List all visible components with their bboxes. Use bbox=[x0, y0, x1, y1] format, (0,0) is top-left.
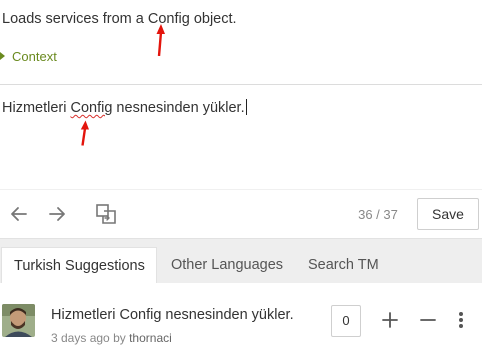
editor-text-after: nesnesinden yükler. bbox=[112, 100, 245, 116]
text-caret bbox=[245, 99, 247, 115]
suggestion-text[interactable]: Hizmetleri Config nesnesinden yükler. bbox=[51, 307, 294, 323]
source-string: Loads services from a Config object. bbox=[2, 11, 237, 27]
translation-editor[interactable]: Hizmetleri Config nesnesinden yükler. bbox=[0, 85, 482, 189]
plus-icon[interactable] bbox=[379, 309, 401, 331]
editor-toolbar: 36 / 37 Save bbox=[0, 189, 482, 238]
translation-textarea[interactable]: Hizmetleri Config nesnesinden yükler. bbox=[2, 99, 247, 116]
source-text-before: Loads services from a bbox=[2, 11, 148, 27]
arrow-left-icon[interactable] bbox=[8, 203, 30, 225]
suggestion-item: Hizmetleri Config nesnesinden yükler. 3 … bbox=[0, 283, 482, 357]
annotation-arrow-icon bbox=[156, 24, 165, 56]
string-counter: 36 / 37 bbox=[358, 207, 398, 222]
suggestion-user[interactable]: thornaci bbox=[129, 331, 172, 345]
source-text-after: object. bbox=[189, 11, 237, 27]
annotation-arrow-icon bbox=[80, 120, 89, 146]
misspelled-word: Config bbox=[70, 100, 113, 116]
editor-text-before: Hizmetleri bbox=[2, 100, 71, 116]
context-label: Context bbox=[12, 48, 57, 64]
caret-right-icon bbox=[0, 52, 5, 60]
tab-search-tm[interactable]: Search TM bbox=[296, 247, 391, 284]
tab-other-languages[interactable]: Other Languages bbox=[159, 247, 295, 284]
suggestion-meta: 3 days ago by thornaci bbox=[51, 331, 172, 345]
save-button[interactable]: Save bbox=[417, 198, 479, 230]
vote-count: 0 bbox=[331, 305, 361, 337]
minus-icon[interactable] bbox=[417, 309, 439, 331]
more-vertical-icon[interactable] bbox=[450, 309, 472, 331]
copy-source-icon[interactable] bbox=[95, 203, 117, 225]
arrow-right-icon[interactable] bbox=[46, 203, 68, 225]
avatar bbox=[2, 304, 35, 337]
context-toggle[interactable]: Context bbox=[0, 47, 57, 65]
suggestions-tabs: Turkish Suggestions Other Languages Sear… bbox=[0, 238, 482, 284]
suggestion-time: 3 days ago bbox=[51, 331, 110, 345]
source-panel: Loads services from a Config object. Con… bbox=[0, 0, 482, 84]
suggestion-by: by bbox=[113, 331, 126, 345]
tab-turkish-suggestions[interactable]: Turkish Suggestions bbox=[1, 247, 157, 284]
